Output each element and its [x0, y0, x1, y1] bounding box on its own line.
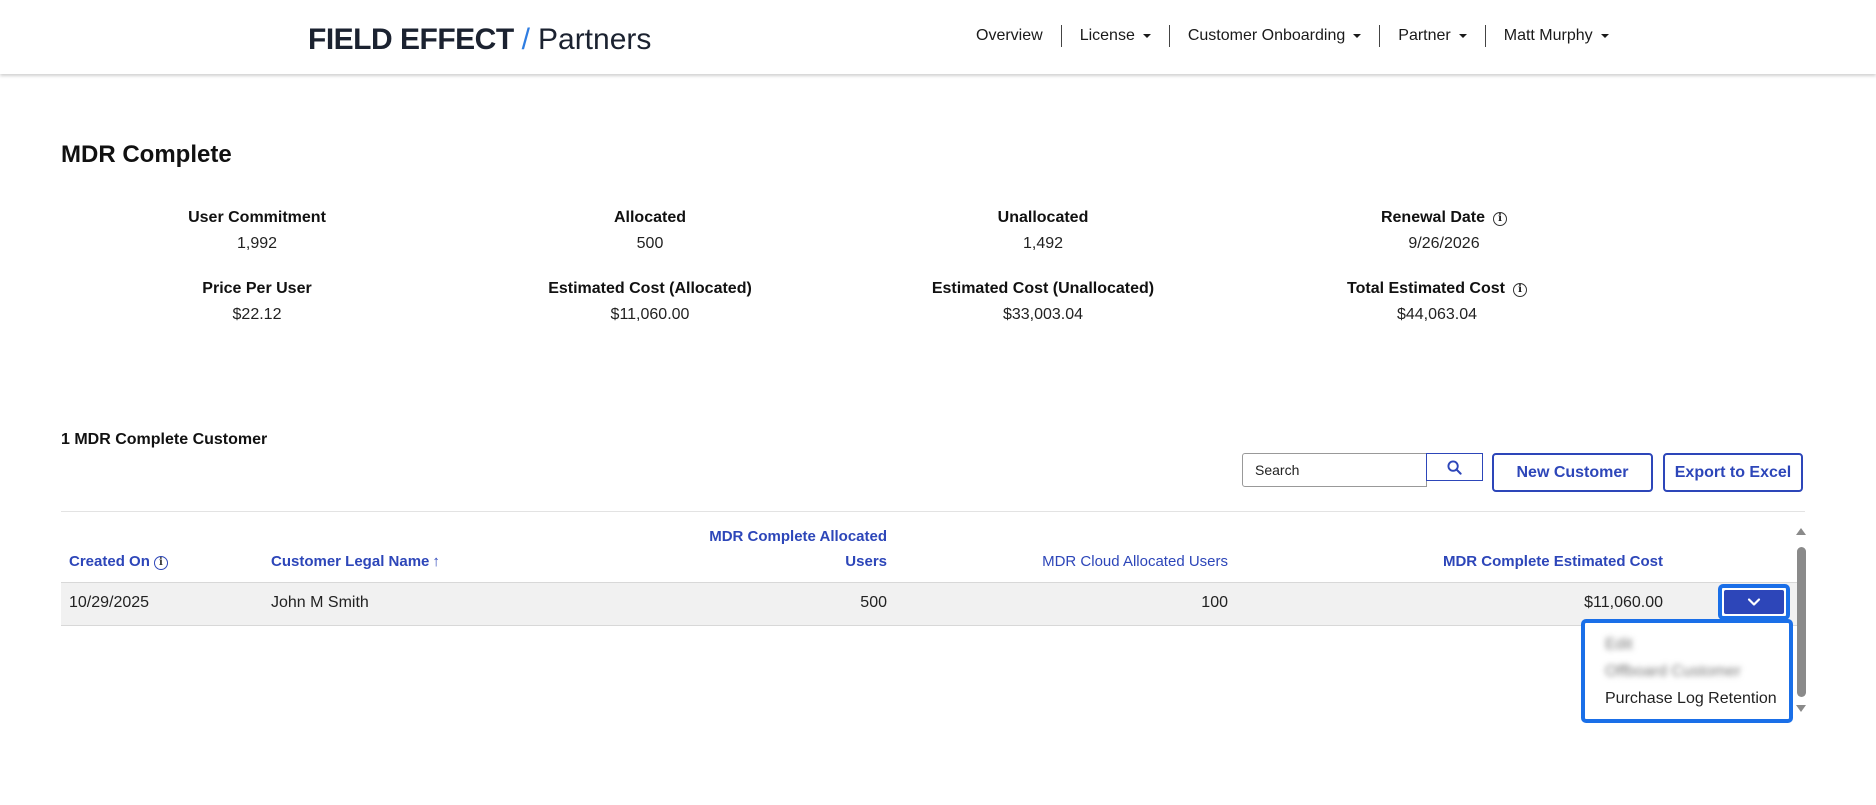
stat-label: Estimated Cost (Allocated)	[548, 280, 752, 297]
stat-renewal-date: Renewal Date i 9/26/2026	[1304, 208, 1584, 254]
stat-label: User Commitment	[188, 209, 326, 226]
row-actions-button-inner	[1724, 590, 1784, 614]
stat-value: 1,492	[1022, 235, 1064, 252]
nav-partner-label: Partner	[1398, 27, 1451, 44]
cell-mdr-cloud-users: 100	[1201, 594, 1228, 611]
stat-allocated: Allocated 500	[510, 208, 790, 254]
stat-value: $44,063.04	[1396, 306, 1478, 323]
nav-overview-label: Overview	[976, 27, 1043, 44]
scroll-up-arrow[interactable]	[1796, 528, 1806, 535]
column-header-created-on[interactable]: Created On i	[69, 549, 168, 574]
scrollbar-thumb[interactable]	[1797, 547, 1806, 697]
export-to-excel-button[interactable]: Export to Excel	[1663, 453, 1803, 492]
column-header-est-cost[interactable]: MDR Complete Estimated Cost	[1360, 549, 1663, 574]
sort-ascending-icon: ↑	[432, 553, 440, 570]
search-icon	[1447, 459, 1462, 475]
menu-item-offboard-customer[interactable]: Offboard Customer	[1605, 658, 1789, 685]
menu-item-purchase-log-retention[interactable]: Purchase Log Retention	[1605, 685, 1789, 712]
nav-customer-onboarding-label: Customer Onboarding	[1187, 27, 1346, 44]
stat-label: Price Per User	[202, 280, 312, 297]
stat-value: $11,060.00	[610, 306, 690, 323]
column-header-mdr-cloud-users[interactable]: MDR Cloud Allocated Users	[960, 549, 1228, 574]
stat-est-cost-unallocated: Estimated Cost (Unallocated) $33,003.04	[903, 279, 1183, 325]
caret-down-icon	[1458, 34, 1467, 38]
stat-value: 1,992	[236, 235, 278, 252]
menu-item-edit[interactable]: Edit	[1605, 631, 1789, 658]
stat-label-text: Total Estimated Cost	[1347, 280, 1505, 297]
nav-user-menu[interactable]: Matt Murphy	[1484, 25, 1627, 47]
stat-label: Renewal Date i	[1304, 208, 1584, 228]
row-actions-button[interactable]	[1718, 584, 1790, 620]
column-header-label: Created On	[69, 553, 150, 570]
cell-created-on: 10/29/2025	[69, 594, 150, 611]
stat-unallocated: Unallocated 1,492	[903, 208, 1183, 254]
top-header: FIELD EFFECT / Partners Overview License C…	[0, 0, 1876, 74]
cell-est-cost: $11,060.00	[1584, 594, 1663, 611]
stat-value: $33,003.04	[1002, 306, 1084, 323]
page-title: MDR Complete	[61, 141, 232, 168]
stat-user-commitment: User Commitment 1,992	[117, 208, 397, 254]
stat-label: Unallocated	[997, 209, 1089, 226]
cell-mdr-complete-users: 500	[860, 594, 887, 611]
stat-value: $22.12	[232, 306, 282, 323]
new-customer-button[interactable]: New Customer	[1492, 453, 1653, 492]
stat-price-per-user: Price Per User $22.12	[117, 279, 397, 325]
column-header-label: Users	[845, 553, 887, 570]
stat-label: Allocated	[613, 209, 686, 226]
stat-label: Estimated Cost (Unallocated)	[931, 280, 1155, 297]
logo-slash: /	[521, 23, 530, 56]
search-button[interactable]	[1426, 453, 1483, 481]
nav-partner[interactable]: Partner	[1379, 25, 1484, 47]
stat-value: 500	[636, 235, 664, 252]
nav-license-label: License	[1079, 27, 1135, 44]
logo-sub: Partners	[538, 23, 652, 56]
info-icon[interactable]: i	[1493, 212, 1508, 226]
stat-value: 9/26/2026	[1408, 235, 1480, 252]
caret-down-icon	[1142, 34, 1151, 38]
chevron-down-icon	[1747, 598, 1761, 606]
logo[interactable]: FIELD EFFECT / Partners	[308, 22, 651, 58]
stat-label-text: Renewal Date	[1380, 209, 1486, 226]
nav-customer-onboarding[interactable]: Customer Onboarding	[1168, 25, 1379, 47]
stat-est-cost-allocated: Estimated Cost (Allocated) $11,060.00	[510, 279, 790, 325]
cell-legal-name: John M Smith	[271, 594, 369, 611]
logo-brand: FIELD EFFECT	[308, 23, 514, 56]
nav-user-menu-label: Matt Murphy	[1503, 27, 1593, 44]
section-divider	[61, 511, 1805, 512]
caret-down-icon	[1600, 34, 1609, 38]
info-icon[interactable]: i	[1512, 283, 1527, 297]
nav-license[interactable]: License	[1060, 25, 1169, 47]
nav-overview[interactable]: Overview	[958, 25, 1061, 47]
column-header-legal-name[interactable]: Customer Legal Name ↑	[271, 549, 440, 574]
info-icon[interactable]: i	[153, 556, 168, 570]
search-input[interactable]	[1242, 453, 1427, 487]
column-header-mdr-complete-users[interactable]: MDR Complete Allocated Users	[600, 524, 887, 574]
customers-count-title: 1 MDR Complete Customer	[61, 431, 268, 448]
column-header-label: MDR Complete Allocated	[709, 528, 887, 545]
stat-label: Total Estimated Cost i	[1297, 279, 1577, 299]
row-actions-menu: Edit Offboard Customer Purchase Log Rete…	[1581, 619, 1793, 723]
caret-down-icon	[1353, 34, 1362, 38]
stat-total-est-cost: Total Estimated Cost i $44,063.04	[1297, 279, 1577, 325]
main-nav: Overview License Customer Onboarding Par…	[958, 25, 1627, 47]
column-header-label: Customer Legal Name	[271, 553, 430, 570]
scroll-down-arrow[interactable]	[1796, 705, 1806, 712]
